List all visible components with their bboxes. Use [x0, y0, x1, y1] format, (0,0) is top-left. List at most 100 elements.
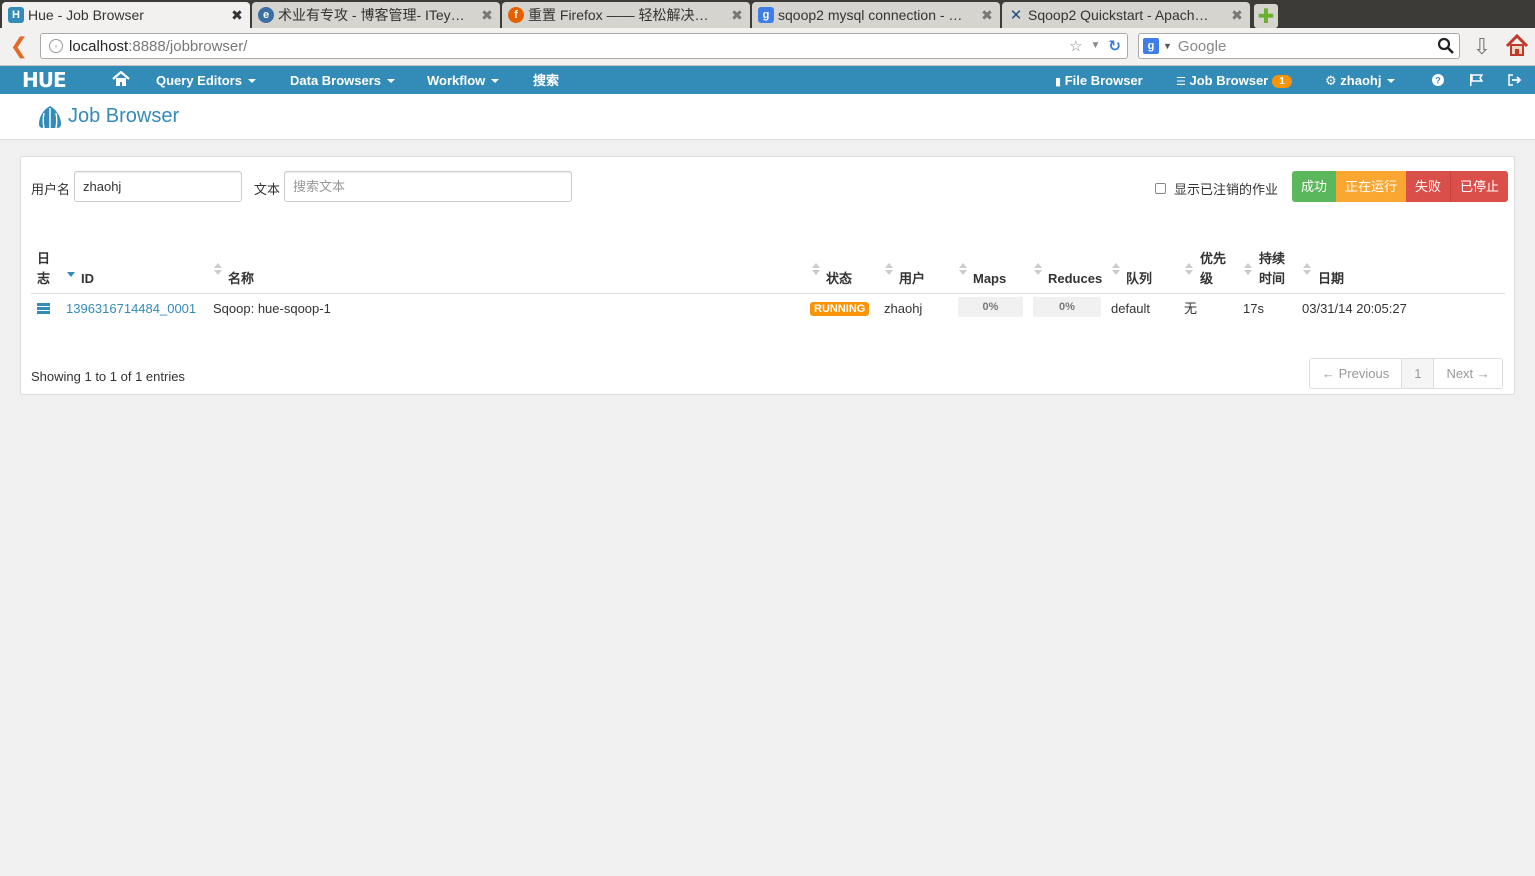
running-filter-button[interactable]: 正在运行 — [1336, 171, 1407, 202]
close-tab-icon[interactable]: ✖ — [480, 7, 494, 24]
job-id-link[interactable]: 1396316714484_0001 — [66, 301, 196, 317]
sort-icon[interactable] — [812, 263, 820, 277]
tab-title: 术业有专攻 - 博客管理- ITey… — [278, 7, 465, 23]
close-tab-icon[interactable]: ✖ — [730, 7, 744, 24]
job-browser-app-icon — [39, 106, 61, 129]
workflow-menu[interactable]: Workflow — [427, 66, 500, 94]
job-name: Sqoop: hue-sqoop-1 — [213, 301, 331, 316]
logout-icon[interactable] — [1508, 66, 1522, 94]
search-engine-bar[interactable]: g ▼ Google — [1138, 33, 1460, 59]
running-jobs-badge: 1 — [1272, 75, 1292, 88]
failed-filter-button[interactable]: 失败 — [1406, 171, 1452, 202]
query-editors-menu[interactable]: Query Editors — [156, 66, 256, 94]
url-bar-icons: ☆ ▼ ↻ — [1069, 37, 1121, 55]
close-tab-icon[interactable]: ✖ — [1230, 7, 1244, 24]
sort-icon[interactable] — [1244, 263, 1252, 277]
header-text: 级 — [1200, 271, 1214, 286]
browser-tab-strip: H Hue - Job Browser ✖ e 术业有专攻 - 博客管理- IT… — [0, 0, 1535, 28]
logs-icon[interactable] — [37, 303, 50, 314]
tab-title: 重置 Firefox —— 轻松解决… — [528, 7, 709, 23]
sort-icon[interactable] — [959, 263, 967, 277]
close-tab-icon[interactable]: ✖ — [980, 7, 994, 24]
flag-icon[interactable] — [1470, 66, 1484, 94]
reload-icon[interactable]: ↻ — [1108, 37, 1121, 55]
column-header-status[interactable]: 状态 — [826, 269, 852, 289]
column-header-user[interactable]: 用户 — [899, 269, 925, 289]
sort-icon[interactable] — [885, 263, 893, 277]
column-header-maps[interactable]: Maps — [973, 269, 1006, 289]
history-dropdown-icon[interactable]: ▼ — [1091, 37, 1101, 55]
browser-tab-sqoop-mysql[interactable]: g sqoop2 mysql connection - … ✖ — [752, 2, 1000, 28]
tab-title: Hue - Job Browser — [28, 7, 144, 23]
column-header-date[interactable]: 日期 — [1318, 269, 1344, 289]
show-killed-checkbox[interactable] — [1155, 183, 1166, 194]
show-killed-jobs-toggle[interactable]: 显示已注销的作业 — [1155, 179, 1278, 198]
home-icon[interactable] — [1504, 33, 1530, 59]
username-filter-label: 用户名 — [31, 182, 71, 197]
text-filter-input[interactable]: 搜索文本 — [284, 171, 572, 202]
page-number-button[interactable]: 1 — [1401, 359, 1434, 388]
help-icon[interactable]: ? — [1432, 66, 1444, 94]
close-tab-icon[interactable]: ✖ — [230, 7, 244, 24]
job-priority: 无 — [1184, 301, 1198, 316]
next-page-button[interactable]: Next → — [1433, 359, 1502, 388]
browser-tab-sqoop-quickstart[interactable]: ✕ Sqoop2 Quickstart - Apach… ✖ — [1002, 2, 1250, 28]
google-engine-icon[interactable]: g — [1143, 38, 1159, 54]
reduces-progress-bar: 0% — [1033, 297, 1101, 317]
page-title: Job Browser — [68, 105, 180, 127]
chevron-down-icon — [1387, 79, 1396, 83]
site-identity-icon[interactable]: ◦ — [49, 39, 63, 53]
column-header-reduces[interactable]: Reduces — [1048, 269, 1102, 289]
bookmark-star-icon[interactable]: ☆ — [1069, 37, 1082, 55]
search-placeholder: Google — [1177, 37, 1227, 55]
text-filter-label: 文本 — [254, 182, 281, 197]
browser-tab-hue[interactable]: H Hue - Job Browser ✖ — [2, 2, 250, 28]
back-arrow-icon[interactable]: ❮ — [6, 34, 32, 60]
sort-desc-icon[interactable] — [67, 265, 75, 279]
hue-favicon-icon: H — [8, 7, 24, 23]
succeeded-filter-button[interactable]: 成功 — [1292, 171, 1337, 202]
data-browsers-menu[interactable]: Data Browsers — [290, 66, 396, 94]
chevron-down-icon — [387, 79, 396, 83]
column-header-queue[interactable]: 队列 — [1126, 269, 1152, 289]
status-badge-text: RUNNING — [810, 302, 870, 316]
job-duration: 17s — [1243, 301, 1264, 316]
page-header: Job Browser — [0, 94, 1535, 140]
header-text: 日 — [37, 251, 51, 266]
file-icon: ▮ — [1055, 76, 1062, 88]
search-nav-link[interactable]: 搜索 — [533, 66, 559, 94]
url-host: localhost — [69, 37, 129, 55]
hue-navbar: HUE Query Editors Data Browsers Workflow… — [0, 66, 1535, 94]
file-browser-link[interactable]: ▮ File Browser — [1055, 66, 1143, 94]
search-icon[interactable] — [1437, 37, 1455, 55]
browser-tab-iteye[interactable]: e 术业有专攻 - 博客管理- ITey… ✖ — [252, 2, 500, 28]
column-header-name[interactable]: 名称 — [228, 269, 254, 289]
user-menu[interactable]: ⚙ zhaohj — [1325, 66, 1396, 94]
column-header-priority[interactable]: 优先级 — [1200, 249, 1226, 289]
sort-icon[interactable] — [1034, 263, 1042, 277]
pagination: ← Previous 1 Next → — [1309, 358, 1503, 389]
tab-title: Sqoop2 Quickstart - Apach… — [1028, 7, 1209, 23]
table-info: Showing 1 to 1 of 1 entries — [31, 369, 185, 384]
browser-tab-firefox[interactable]: f 重置 Firefox —— 轻松解决… ✖ — [502, 2, 750, 28]
chevron-down-icon — [247, 79, 256, 83]
column-header-logs[interactable]: 日志 — [37, 249, 50, 289]
engine-dropdown-icon[interactable]: ▼ — [1163, 41, 1172, 51]
hue-logo[interactable]: HUE — [22, 70, 67, 90]
data-browsers-label: Data Browsers — [290, 73, 382, 88]
download-icon[interactable]: ⇩ — [1470, 34, 1494, 60]
column-header-id[interactable]: ID — [81, 269, 94, 289]
killed-filter-button[interactable]: 已停止 — [1451, 171, 1509, 202]
sort-icon[interactable] — [1303, 263, 1311, 277]
header-text: 优先 — [1200, 251, 1227, 266]
previous-page-button[interactable]: ← Previous — [1310, 359, 1402, 388]
new-tab-button[interactable]: ✚ — [1254, 4, 1278, 28]
sort-icon[interactable] — [1185, 263, 1193, 277]
job-browser-link[interactable]: ☰ Job Browser 1 — [1176, 66, 1292, 94]
column-header-duration[interactable]: 持续 时间 — [1259, 249, 1285, 289]
username-filter-input[interactable]: zhaohj — [74, 171, 242, 202]
sort-icon[interactable] — [1112, 263, 1120, 277]
sort-icon[interactable] — [214, 263, 222, 277]
url-bar[interactable]: ◦ localhost:8888/jobbrowser/ ☆ ▼ ↻ — [40, 33, 1128, 59]
home-nav-icon[interactable] — [112, 66, 130, 94]
